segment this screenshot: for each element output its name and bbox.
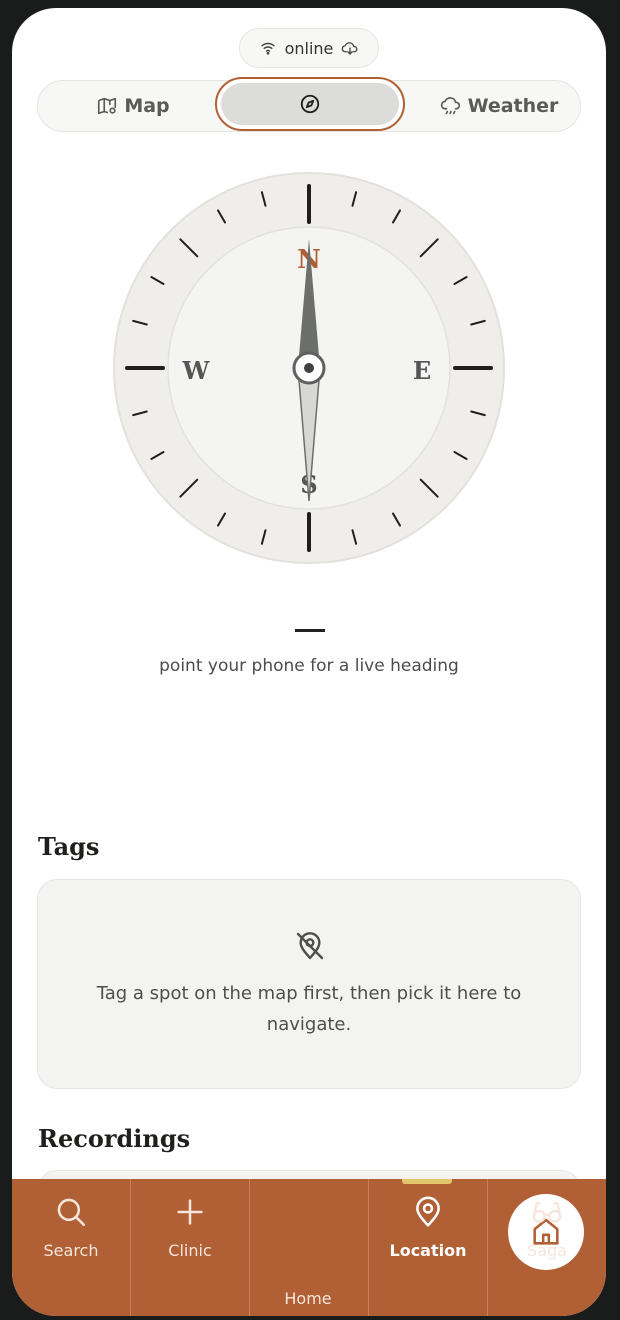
connection-status-pill: online <box>239 28 379 68</box>
connection-status-text: online <box>284 38 334 58</box>
tab-compass-selected <box>221 83 399 125</box>
tab-compass[interactable] <box>215 77 405 131</box>
nav-label-clinic: Clinic <box>168 1241 212 1260</box>
compass-west-label: W <box>182 356 211 385</box>
heading-value-placeholder <box>295 629 325 632</box>
plus-icon <box>177 1199 203 1225</box>
nav-label-home: Home <box>284 1289 332 1308</box>
tags-empty-card: Tag a spot on the map first, then pick i… <box>37 879 581 1089</box>
cloud-rain-icon <box>440 97 460 115</box>
nav-item-location[interactable]: Location <box>369 1179 487 1316</box>
cloud-download-icon <box>342 42 358 55</box>
nav-item-saga[interactable]: Saga <box>488 1179 606 1316</box>
tab-map-label: Map <box>124 95 170 117</box>
compass-icon <box>300 94 320 114</box>
heading-hint: point your phone for a live heading <box>159 656 459 676</box>
nav-label-search: Search <box>43 1241 99 1260</box>
tab-weather-label: Weather <box>467 95 559 117</box>
nav-item-clinic[interactable]: Clinic <box>131 1179 249 1316</box>
map-icon <box>98 97 117 115</box>
nav-item-search[interactable]: Search <box>12 1179 130 1316</box>
tab-weather[interactable]: Weather <box>424 81 574 131</box>
tags-empty-message: Tag a spot on the map first, then pick i… <box>96 983 522 1035</box>
recordings-heading: Recordings <box>38 1124 191 1153</box>
view-segmented-control: Map Weather <box>37 77 581 132</box>
tags-heading: Tags <box>38 832 100 861</box>
nav-label-saga: Saga <box>527 1241 567 1260</box>
tab-map[interactable]: Map <box>58 81 208 131</box>
search-icon <box>57 1198 86 1227</box>
compass-east-label: E <box>413 356 431 385</box>
location-pin-icon <box>416 1196 440 1227</box>
nav-label-location: Location <box>389 1241 467 1260</box>
wifi-icon <box>260 42 275 55</box>
location-off-icon <box>296 932 324 960</box>
phone-screen: online Map Weather E W point your phone … <box>12 8 606 1316</box>
compass-dial: N E S W <box>113 172 505 564</box>
glasses-icon <box>532 1202 562 1223</box>
